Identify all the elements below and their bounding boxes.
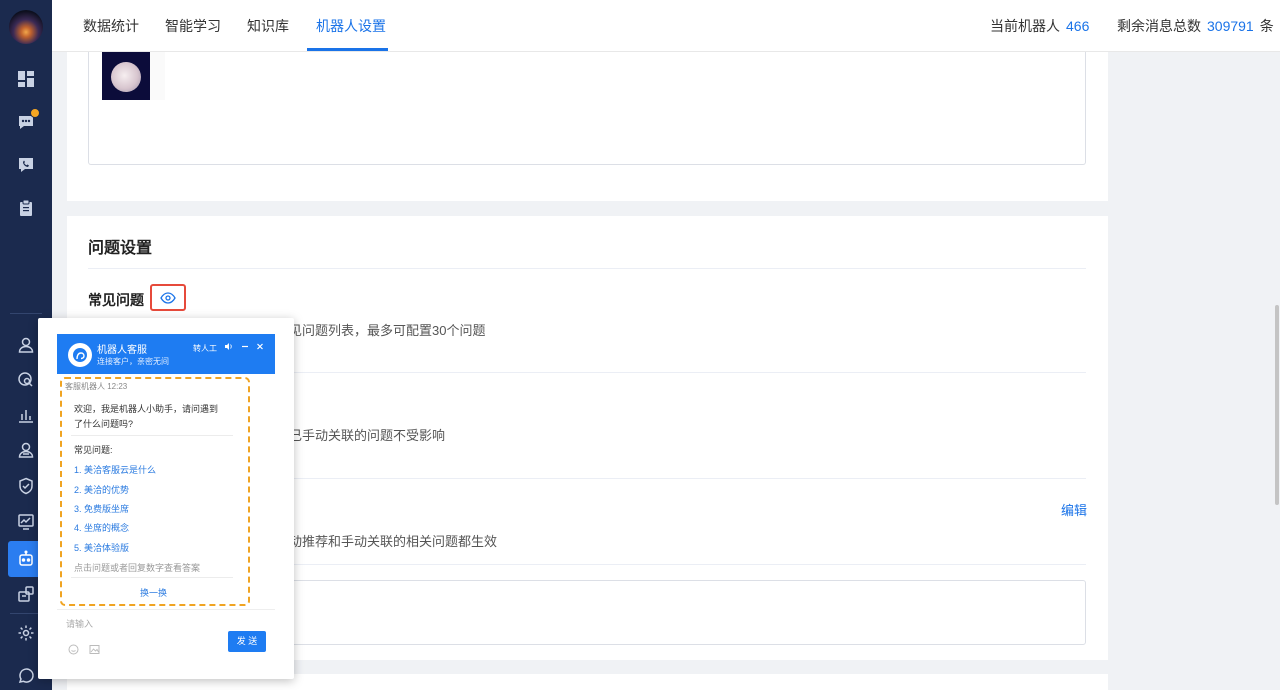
chat-icon[interactable] — [0, 104, 52, 140]
section-title: 问题设置 — [88, 240, 153, 257]
dashboard-icon[interactable] — [0, 61, 52, 97]
chat-header: 机器人客服 连接客户，亲密无间 转人工 — [57, 334, 275, 374]
message-meta: 客服机器人 12:23 — [65, 381, 127, 392]
avatar-settings-card — [67, 52, 1108, 201]
emoji-icon[interactable] — [68, 642, 79, 655]
message-divider — [71, 435, 233, 436]
tab-data-stats[interactable]: 数据统计 — [83, 0, 139, 52]
current-robot-stat: 当前机器人 466 — [990, 0, 1089, 52]
welcome-line-1: 欢迎，我是机器人小助手，请问遇到 — [74, 404, 219, 414]
clipboard-icon[interactable] — [0, 190, 52, 226]
bot-avatar-icon — [73, 348, 87, 362]
chat-input-divider — [57, 609, 275, 610]
remaining-messages-label: 剩余消息总数 — [1117, 18, 1201, 34]
top-nav: 数据统计 智能学习 知识库 机器人设置 当前机器人 466 剩余消息总数 30979… — [52, 0, 1280, 52]
faq-item[interactable]: 3. 免费版坐席 — [74, 502, 129, 515]
close-icon[interactable] — [256, 342, 264, 353]
chat-bot-name: 机器人客服 — [97, 345, 147, 356]
message-sender: 客服机器人 — [65, 382, 105, 391]
sidebar-divider — [10, 313, 42, 314]
active-tab-indicator — [307, 48, 388, 51]
message-time: 12:23 — [107, 382, 128, 391]
welcome-textarea[interactable] — [88, 52, 1086, 165]
divider — [88, 268, 1086, 269]
phone-chat-icon[interactable] — [0, 147, 52, 183]
faq-hint: 点击问题或者回复数字查看答案 — [74, 563, 201, 573]
transfer-human-button[interactable]: 转人工 — [193, 343, 217, 354]
minimize-icon[interactable] — [241, 342, 249, 353]
edit-link[interactable]: 编辑 — [1061, 500, 1087, 519]
notification-badge — [30, 108, 40, 118]
sound-icon[interactable] — [224, 342, 233, 353]
chat-avatar — [68, 343, 92, 367]
send-button[interactable]: 发 送 — [228, 631, 266, 652]
welcome-line-2: 了什么问题吗? — [74, 419, 134, 429]
faq-description: 见问题列表，最多可配置30个问题 — [289, 323, 486, 338]
remaining-messages-count: 309791 — [1207, 18, 1254, 34]
remaining-messages-unit: 条 — [1259, 18, 1274, 34]
message-divider — [71, 577, 233, 578]
chat-input[interactable]: 请输入 — [66, 617, 93, 630]
avatar-frame — [150, 52, 165, 100]
chat-preview-popup: 机器人客服 连接客户，亲密无间 转人工 客服机器人 12:23 欢迎，我是机器人… — [38, 318, 294, 679]
remaining-messages-stat: 剩余消息总数 309791 条 — [1117, 0, 1274, 52]
related-questions-description: 动推荐和手动关联的相关问题都生效 — [289, 534, 498, 549]
faq-item[interactable]: 5. 美洽体验版 — [74, 541, 129, 554]
faq-item[interactable]: 2. 美洽的优势 — [74, 483, 129, 496]
chat-bot-subtitle: 连接客户，亲密无间 — [97, 357, 169, 366]
faq-item[interactable]: 4. 坐席的概念 — [74, 521, 129, 534]
tab-smart-learning[interactable]: 智能学习 — [165, 0, 221, 52]
eye-icon — [160, 291, 176, 304]
robot-avatar-image[interactable] — [102, 52, 150, 100]
current-robot-label: 当前机器人 — [990, 18, 1060, 34]
tab-knowledge-base[interactable]: 知识库 — [247, 0, 289, 52]
app-logo[interactable] — [9, 10, 43, 44]
faq-title: 常见问题 — [88, 292, 144, 308]
page-scrollbar[interactable] — [1275, 305, 1279, 505]
faq-header: 常见问题: — [74, 445, 113, 455]
faq-preview-button[interactable] — [150, 284, 186, 311]
tab-robot-settings[interactable]: 机器人设置 — [316, 0, 386, 52]
association-description: 己手动关联的问题不受影响 — [289, 428, 446, 443]
refresh-questions-button[interactable]: 换一换 — [140, 586, 167, 599]
current-robot-count: 466 — [1066, 18, 1090, 34]
image-icon[interactable] — [89, 642, 100, 654]
faq-item[interactable]: 1. 美洽客服云是什么 — [74, 463, 156, 476]
